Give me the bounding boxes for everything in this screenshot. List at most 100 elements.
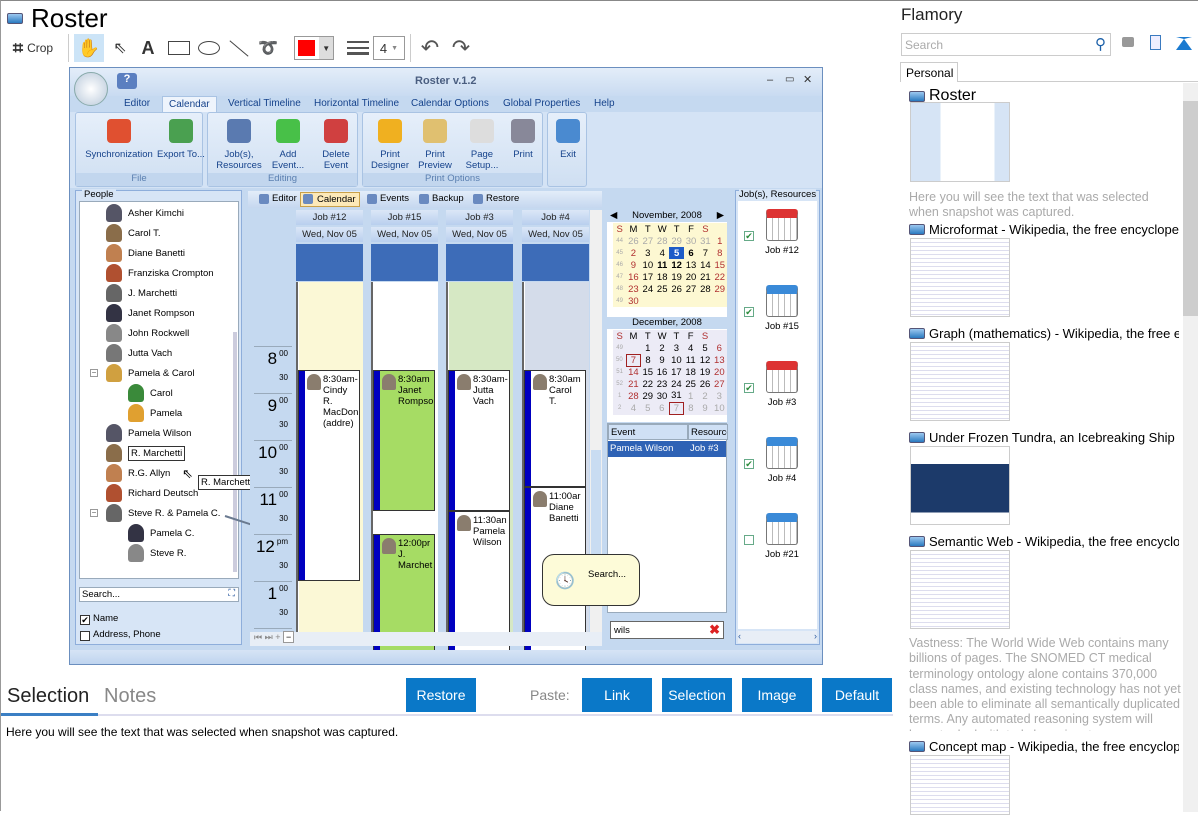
snapshot-title[interactable]: Concept map - Wikipedia, the free encycl… <box>909 739 1179 754</box>
day-cell[interactable]: 18 <box>684 366 698 378</box>
day-cell[interactable]: 3 <box>712 390 726 402</box>
person-item[interactable]: R.G. Allyn <box>106 464 170 482</box>
ribbon-tab-horizontal-timeline[interactable]: Horizontal Timeline <box>308 96 405 112</box>
day-cell[interactable]: 7 <box>698 247 712 259</box>
text-tool-button[interactable]: A <box>138 34 158 62</box>
clear-icon[interactable]: ✖ <box>709 622 720 638</box>
day-cell[interactable]: 13 <box>684 259 698 271</box>
all-day-area[interactable] <box>446 244 513 281</box>
undo-button[interactable]: ↶ <box>417 34 443 62</box>
job-item[interactable]: Job #3 <box>742 361 822 408</box>
snapshot-thumbnail[interactable] <box>910 755 1010 815</box>
day-cell[interactable]: 20 <box>684 271 698 283</box>
event-row[interactable]: Pamela Wilson Job #3 <box>608 441 726 457</box>
day-cell[interactable]: 17 <box>669 366 683 378</box>
add-event-button[interactable]: Add Event... <box>268 119 308 171</box>
person-item[interactable]: R. Marchetti <box>106 444 186 462</box>
day-cell[interactable]: 2 <box>626 247 640 259</box>
page-setup-button[interactable]: Page Setup... <box>459 119 505 171</box>
day-cell[interactable]: 18 <box>655 271 669 283</box>
day-cell[interactable]: 3 <box>669 342 683 354</box>
ribbon-tab-calendar-options[interactable]: Calendar Options <box>405 96 495 112</box>
day-cell[interactable]: 12 <box>698 354 712 366</box>
address-filter-checkbox[interactable] <box>80 631 90 641</box>
day-cell[interactable]: 9 <box>655 354 669 366</box>
person-item[interactable]: Diane Banetti <box>106 244 185 262</box>
tab-selection[interactable]: Selection <box>7 685 89 708</box>
person-item[interactable]: Steve R. & Pamela C. <box>106 504 220 522</box>
day-cell[interactable]: 30 <box>626 295 640 307</box>
snapshot-thumbnail[interactable] <box>910 550 1010 629</box>
day-cell[interactable]: 4 <box>684 342 698 354</box>
event-block[interactable]: 11:30an Pamela Wilson <box>448 510 510 652</box>
day-cell[interactable]: 10 <box>712 402 726 414</box>
job-item[interactable]: Job #21 <box>742 513 822 560</box>
paste-image-button[interactable]: Image <box>742 678 812 712</box>
day-cell[interactable]: 30 <box>655 390 669 402</box>
person-item[interactable]: Pamela <box>128 404 182 422</box>
redo-button[interactable]: ↷ <box>448 34 474 62</box>
ribbon-tab-vertical-timeline[interactable]: Vertical Timeline <box>222 96 307 112</box>
person-item[interactable]: Steve R. <box>128 544 186 562</box>
name-filter-checkbox[interactable]: ✔ <box>80 615 90 625</box>
job-header[interactable]: Job #15 <box>371 210 438 225</box>
camera-icon[interactable] <box>1122 37 1134 47</box>
crop-button[interactable]: ⌗ Crop <box>7 34 59 62</box>
job-item[interactable]: Job #4 <box>742 437 822 484</box>
day-cell[interactable]: 26 <box>626 235 640 247</box>
day-cell[interactable]: 1 <box>684 390 698 402</box>
person-item[interactable]: Pamela Wilson <box>106 424 191 442</box>
event-block[interactable]: 8:30am Carol T. <box>524 369 586 487</box>
prev-month-icon[interactable]: ◀ <box>610 210 617 221</box>
export-to-button[interactable]: Export To... <box>156 119 206 160</box>
collapse-toggle[interactable]: − <box>90 369 98 377</box>
job-header[interactable]: Job #3 <box>446 210 513 225</box>
day-cell[interactable]: 6 <box>655 402 669 414</box>
day-cell[interactable]: 11 <box>655 259 669 271</box>
person-item[interactable]: Janet Rompson <box>106 304 195 322</box>
person-item[interactable]: Jutta Vach <box>106 344 172 362</box>
day-cell[interactable]: 23 <box>626 283 640 295</box>
event-search-input[interactable]: wils ✖ <box>610 621 724 639</box>
day-cell[interactable]: 6 <box>684 247 698 259</box>
person-item[interactable]: J. Marchetti <box>106 284 177 302</box>
job-checkbox[interactable]: ✔ <box>744 307 754 317</box>
day-cell[interactable]: 16 <box>655 366 669 378</box>
print-button[interactable]: Print <box>507 119 539 160</box>
day-cell[interactable]: 15 <box>713 259 727 271</box>
day-cell[interactable]: 5 <box>698 342 712 354</box>
day-cell[interactable]: 13 <box>712 354 726 366</box>
collapse-icon[interactable] <box>1176 37 1192 50</box>
day-cell[interactable]: 16 <box>626 271 640 283</box>
sidebar-scrollbar[interactable] <box>1183 83 1198 812</box>
all-day-area[interactable] <box>522 244 589 281</box>
paste-default-button[interactable]: Default <box>822 678 892 712</box>
synchronization-button[interactable]: Synchronization <box>84 119 154 160</box>
job-checkbox[interactable] <box>744 535 754 545</box>
day-cell[interactable]: 27 <box>641 235 655 247</box>
person-item[interactable]: Franziska Crompton <box>106 264 214 282</box>
day-cell[interactable] <box>626 342 640 354</box>
day-cell[interactable]: 30 <box>684 235 698 247</box>
line-width-select[interactable]: 4 ▼ <box>373 36 405 60</box>
job-checkbox[interactable]: ✔ <box>744 383 754 393</box>
close-button[interactable]: ✕ <box>803 73 812 86</box>
sidebar-search-input[interactable]: Search ⚲ <box>901 33 1111 56</box>
job-checkbox[interactable]: ✔ <box>744 459 754 469</box>
day-cell[interactable]: 28 <box>655 235 669 247</box>
rectangle-tool-button[interactable] <box>167 34 191 62</box>
day-cell[interactable]: 24 <box>669 378 683 390</box>
event-block[interactable]: 8:30am- Jutta Vach <box>448 369 510 511</box>
resource-column-header[interactable]: Resource <box>688 424 728 440</box>
snapshot-title[interactable]: Semantic Web - Wikipedia, the free encyc… <box>909 534 1179 549</box>
help-icon[interactable]: ? <box>117 73 137 89</box>
tab-notes[interactable]: Notes <box>104 685 156 708</box>
paste-selection-button[interactable]: Selection <box>662 678 732 712</box>
all-day-area[interactable] <box>371 244 438 281</box>
day-cell[interactable]: 7 <box>625 353 642 367</box>
day-cell[interactable]: 12 <box>669 259 683 271</box>
day-cell[interactable]: 19 <box>698 366 712 378</box>
person-item[interactable]: Pamela C. <box>128 524 194 542</box>
people-tree-scrollbar[interactable] <box>233 332 237 572</box>
day-cell[interactable]: 17 <box>641 271 655 283</box>
